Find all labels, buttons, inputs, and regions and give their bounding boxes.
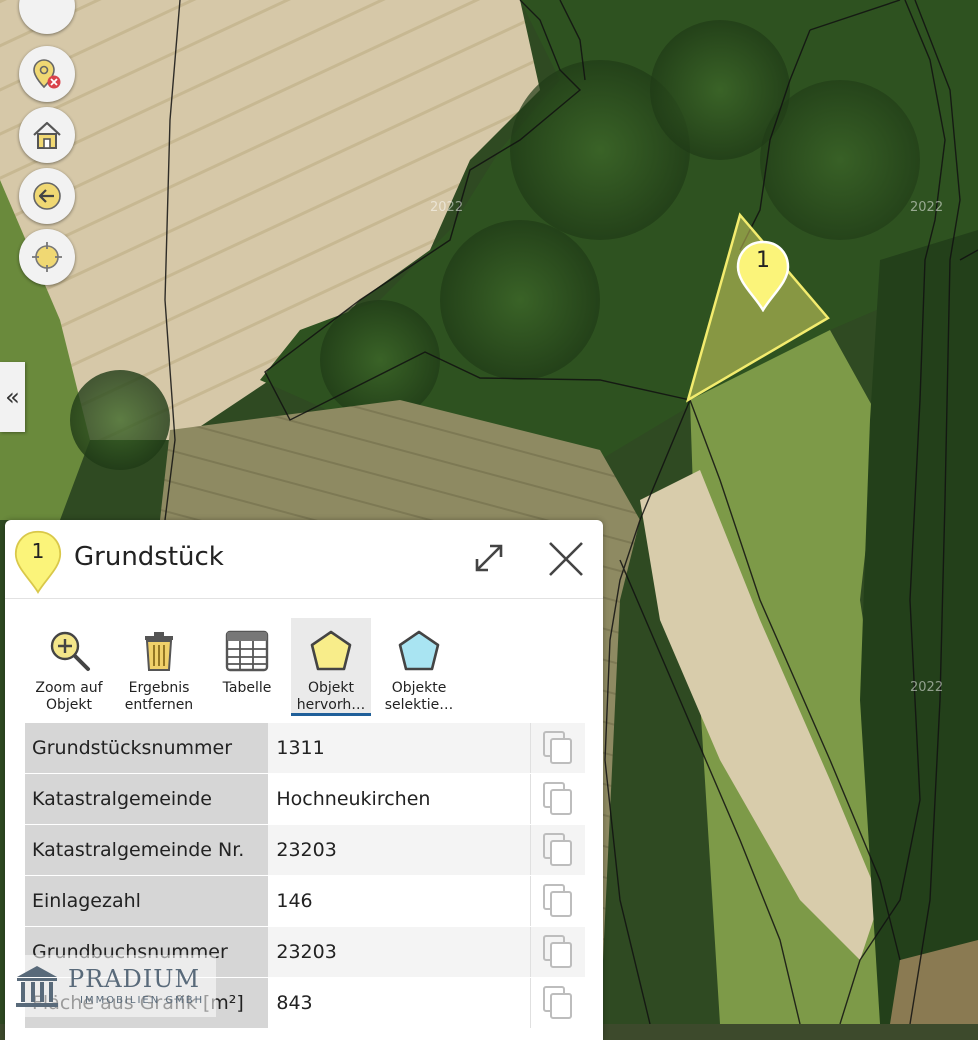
copy-icon [542, 731, 572, 764]
double-chevron-left-icon: « [5, 383, 20, 411]
back-arrow-icon [33, 182, 61, 210]
copy-icon [542, 986, 572, 1019]
locate-icon [32, 242, 62, 272]
pradium-logo-icon [16, 966, 58, 1007]
expand-icon[interactable] [471, 540, 507, 576]
watermark-subtitle: IMMOBILIEN GMBH [80, 995, 205, 1006]
remove-marker-button[interactable] [19, 46, 75, 102]
attribute-value: 146 [268, 875, 531, 927]
attribute-key: Katastralgemeinde [25, 773, 269, 825]
attribute-row: Katastralgemeinde Hochneukirchen [25, 773, 585, 825]
toolbar-label: Ergebnis [128, 680, 190, 696]
parcel-marker-pin[interactable]: 1 [736, 240, 790, 313]
panel-marker-label: 1 [31, 539, 45, 563]
attribute-value: 843 [268, 977, 531, 1029]
highlight-object-button[interactable]: Objekt hervorh… [291, 618, 371, 716]
table-icon [225, 630, 269, 672]
watermark-name: PRADIUM [68, 965, 201, 993]
year-label: 2022 [430, 200, 464, 215]
copy-icon [542, 782, 572, 815]
toolbar-label: Tabelle [222, 680, 272, 696]
remove-result-button[interactable]: Ergebnis entfernen [119, 618, 199, 716]
attribute-row: Grundstücksnummer 1311 [25, 723, 585, 774]
zoom-to-object-button[interactable]: Zoom auf Objekt [27, 618, 111, 716]
watermark: PRADIUM IMMOBILIEN GMBH [6, 955, 216, 1017]
zoom-in-icon [50, 631, 90, 671]
attribute-key: Katastralgemeinde Nr. [25, 824, 269, 876]
copy-button[interactable] [529, 773, 585, 825]
attribute-value: 23203 [268, 926, 531, 978]
year-label: 2022 [910, 680, 944, 695]
toolbar-label: Zoom auf [35, 680, 103, 696]
toolbar-label: Objekt [45, 697, 92, 713]
highlight-polygon-icon [310, 630, 352, 671]
copy-button[interactable] [529, 977, 585, 1029]
back-button[interactable] [19, 168, 75, 224]
select-polygon-icon [398, 630, 440, 671]
copy-button[interactable] [529, 926, 585, 978]
parcel-marker-label: 1 [756, 248, 770, 273]
attribute-value: 23203 [268, 824, 531, 876]
toolbar-label: hervorh… [296, 697, 366, 713]
copy-icon [542, 833, 572, 866]
copy-icon [542, 884, 572, 917]
attribute-value: 1311 [268, 723, 531, 774]
toolbar-label: selektie… [384, 697, 454, 713]
panel-toolbar: Zoom auf Objekt Ergebnis entfernen Tabel… [27, 618, 587, 718]
toolbar-label: Objekt [307, 680, 354, 696]
panel-header: 1 Grundstück [5, 520, 603, 599]
attribute-key: Grundstücksnummer [25, 723, 269, 774]
attribute-row: Einlagezahl 146 [25, 875, 585, 927]
remove-marker-icon [33, 59, 61, 89]
attribute-row: Katastralgemeinde Nr. 23203 [25, 824, 585, 876]
home-button[interactable] [19, 107, 75, 163]
copy-button[interactable] [529, 875, 585, 927]
panel-title: Grundstück [74, 542, 224, 572]
attribute-key: Einlagezahl [25, 875, 269, 927]
copy-icon [542, 935, 572, 968]
year-label: 2022 [910, 200, 944, 215]
copy-button[interactable] [529, 824, 585, 876]
collapse-sidebar-tab[interactable]: « [0, 362, 25, 432]
select-objects-button[interactable]: Objekte selektie… [379, 618, 459, 716]
copy-button[interactable] [529, 723, 585, 774]
toolbar-label: entfernen [124, 697, 194, 713]
home-icon [33, 121, 61, 149]
locate-button[interactable] [19, 229, 75, 285]
table-button[interactable]: Tabelle [207, 618, 287, 716]
close-icon[interactable] [545, 538, 587, 580]
trash-icon [145, 632, 173, 671]
panel-marker: 1 [13, 530, 63, 594]
attribute-value: Hochneukirchen [268, 773, 531, 825]
toolbar-label: Objekte [391, 680, 447, 696]
